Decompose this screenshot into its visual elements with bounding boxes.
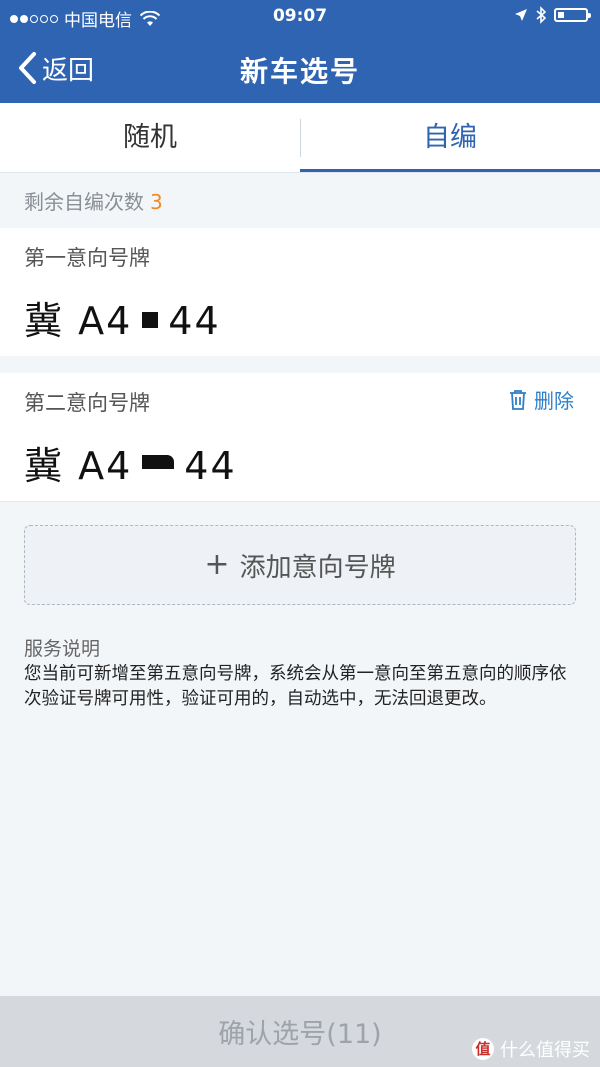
watermark: 值 什么值得买 [472, 1036, 590, 1062]
status-right [514, 6, 591, 24]
watermark-text: 什么值得买 [500, 1040, 590, 1061]
location-arrow-icon [515, 9, 527, 21]
plate-label: 第二意向号牌 [24, 391, 150, 415]
status-bar: 中国电信 09:07 [0, 0, 600, 34]
battery-icon [554, 8, 591, 22]
plate-number-input[interactable]: 冀 A4 44 [24, 290, 221, 345]
plate-suffix: 44 [184, 444, 237, 488]
plate-prefix: 冀 A4 [24, 444, 133, 488]
redaction-mark [142, 455, 175, 469]
plate-number-input[interactable]: 冀 A4 44 [24, 435, 237, 490]
tab-random[interactable]: 随机 [0, 103, 300, 172]
tab-bar: 随机 自编 [0, 103, 600, 173]
redaction-mark [142, 312, 159, 328]
remaining-label: 剩余自编次数 [24, 190, 144, 214]
remaining-attempts: 剩余自编次数 3 [24, 186, 163, 215]
plate-card-second: 第二意向号牌 删除 冀 A4 44 [0, 373, 600, 502]
nav-bar: 返回 新车选号 [0, 34, 600, 103]
add-plate-label: 添加意向号牌 [239, 552, 396, 583]
plus-icon: + [204, 547, 230, 582]
plate-prefix: 冀 A4 [24, 299, 133, 343]
bluetooth-icon [536, 6, 546, 24]
watermark-logo-icon: 值 [472, 1038, 494, 1060]
trash-icon [510, 389, 526, 410]
add-plate-button[interactable]: + 添加意向号牌 [24, 525, 576, 605]
plate-card-first: 第一意向号牌 冀 A4 44 [0, 228, 600, 356]
status-time: 09:07 [272, 6, 328, 26]
delete-label: 删除 [534, 389, 574, 413]
tab-custom[interactable]: 自编 [300, 103, 600, 172]
plate-label: 第一意向号牌 [24, 246, 150, 270]
remaining-count: 3 [150, 190, 163, 214]
service-description: 您当前可新增至第五意向号牌，系统会从第一意向至第五意向的顺序依次验证号牌可用性，… [24, 664, 567, 709]
app-header: 中国电信 09:07 返回 新车选号 [0, 0, 600, 103]
page-title: 新车选号 [239, 55, 360, 88]
delete-plate-button[interactable]: 删除 [508, 385, 574, 414]
service-title: 服务说明 [24, 638, 101, 660]
plate-suffix: 44 [168, 299, 221, 343]
